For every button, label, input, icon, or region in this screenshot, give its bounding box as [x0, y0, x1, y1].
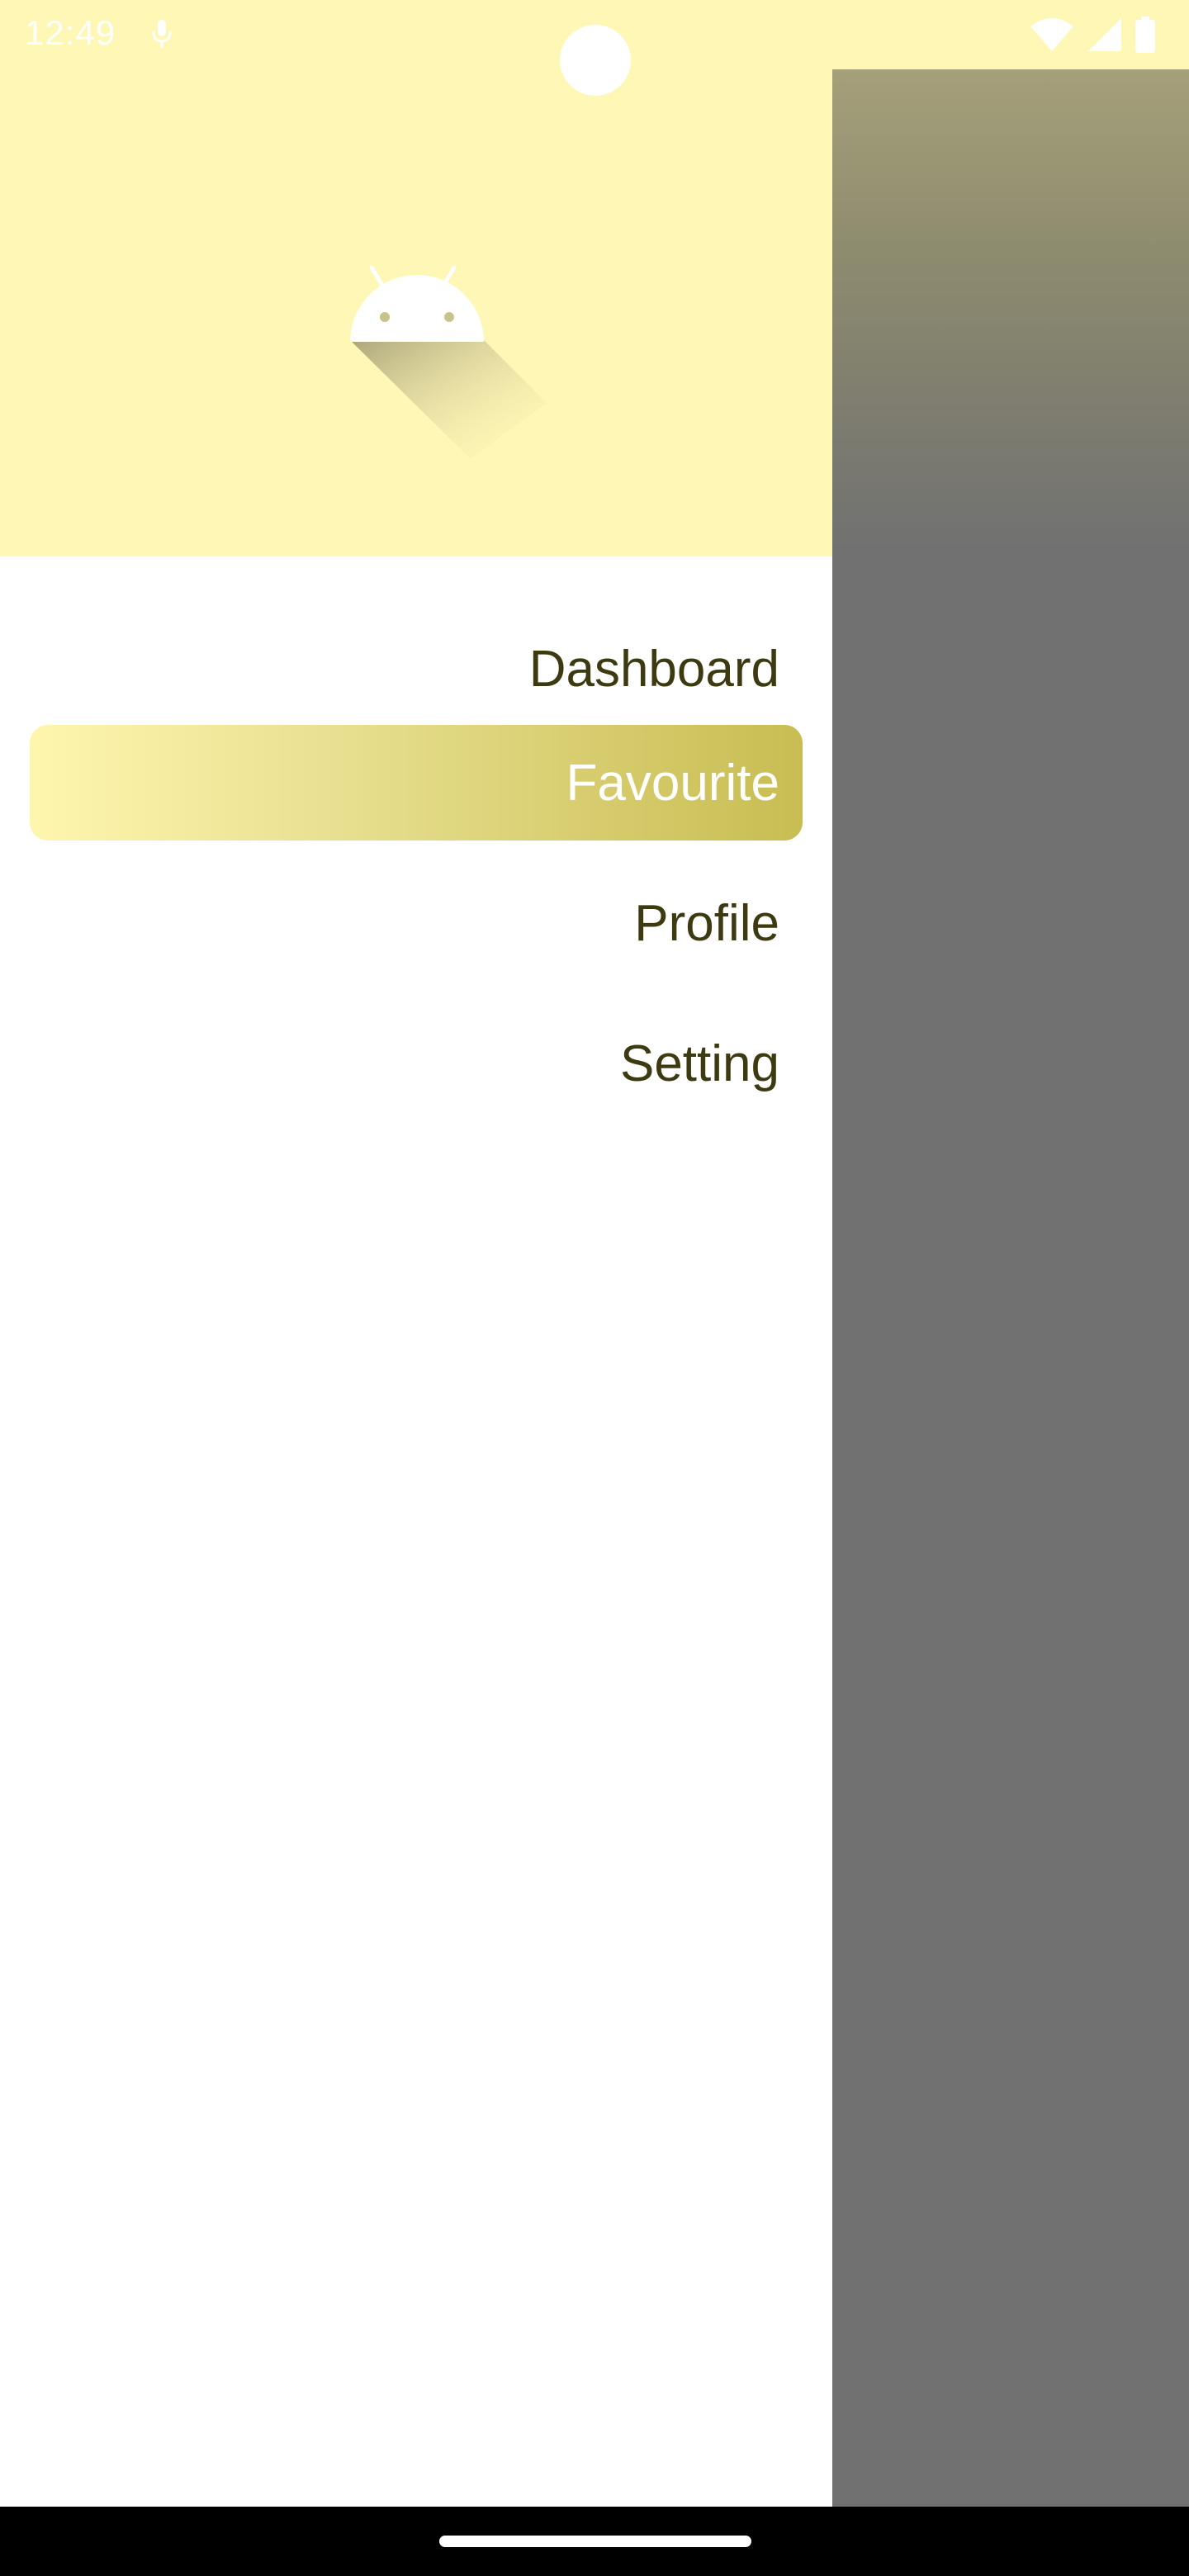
menu-item-setting[interactable]: Setting: [30, 1006, 803, 1121]
navigation-bar: [0, 2507, 1189, 2576]
menu-item-label: Setting: [619, 1035, 779, 1092]
menu-item-label: Dashboard: [528, 640, 779, 698]
home-gesture-handle[interactable]: [439, 2536, 751, 2547]
navigation-drawer: Dashboard Favourite Profile Setting: [0, 0, 832, 2507]
menu-item-profile[interactable]: Profile: [30, 865, 803, 981]
menu-item-dashboard[interactable]: Dashboard: [30, 611, 803, 727]
drawer-header: [0, 0, 832, 556]
battery-icon: [1135, 17, 1155, 53]
signal-icon: [1088, 18, 1121, 51]
wifi-icon: [1030, 18, 1073, 51]
camera-cutout: [560, 25, 631, 96]
status-time: 12:49: [25, 13, 116, 52]
status-icons: [1029, 17, 1156, 53]
menu-item-label: Favourite: [566, 754, 779, 812]
menu-item-label: Profile: [634, 894, 779, 952]
screen: t: [0, 0, 1189, 2576]
mic-icon: [152, 20, 172, 48]
menu-item-favourite[interactable]: Favourite: [30, 725, 803, 841]
drawer-scrim[interactable]: [832, 69, 1189, 2507]
android-icon: [350, 265, 547, 459]
